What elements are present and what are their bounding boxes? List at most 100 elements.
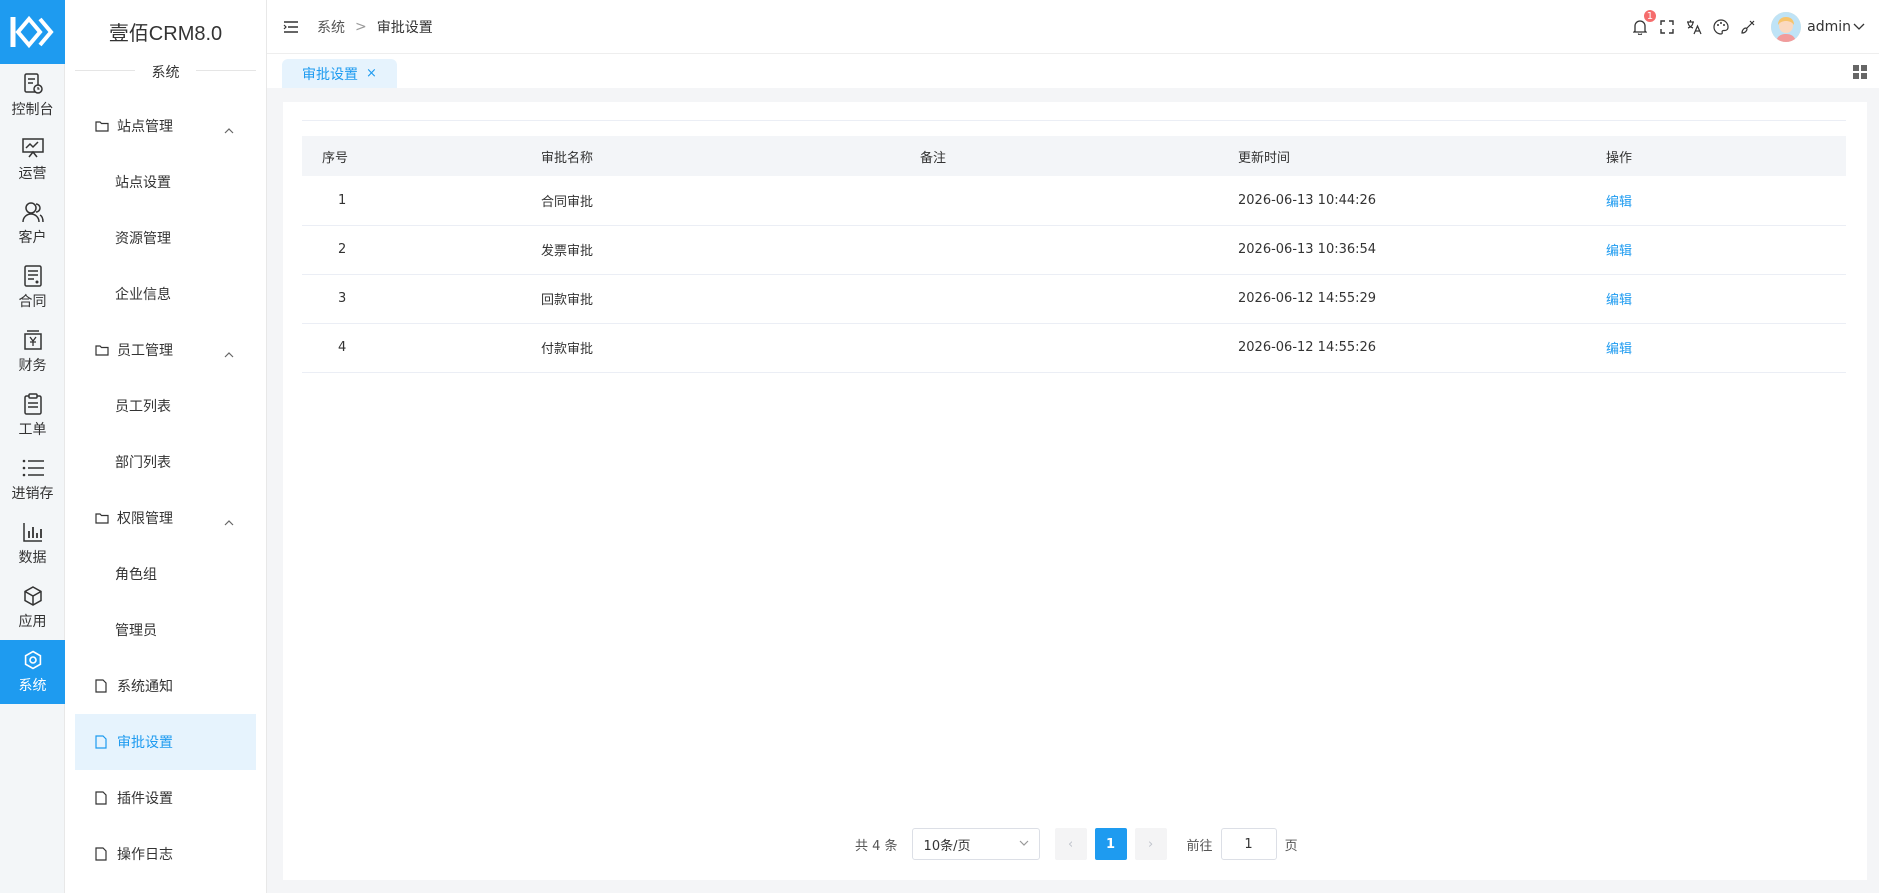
cell-time: 2026-06-12 14:55:29 bbox=[1238, 274, 1606, 324]
page-number-current[interactable]: 1 bbox=[1094, 828, 1127, 860]
edit-link[interactable]: 编辑 bbox=[1606, 293, 1632, 308]
menu-toggle-icon[interactable] bbox=[283, 20, 299, 34]
cell-index: 3 bbox=[302, 274, 541, 324]
cell-index: 1 bbox=[302, 176, 541, 226]
cell-note bbox=[920, 225, 1238, 275]
prev-page-button[interactable]: ‹ bbox=[1054, 828, 1087, 860]
chevron-down-icon[interactable] bbox=[1853, 23, 1865, 31]
menu-group-site[interactable]: 站点管理 bbox=[75, 98, 256, 154]
cell-name: 合同审批 bbox=[541, 176, 920, 226]
list-icon bbox=[22, 457, 44, 479]
breadcrumb-current: 审批设置 bbox=[376, 19, 433, 36]
table-header-row: 序号 审批名称 备注 更新时间 操作 bbox=[302, 136, 1846, 176]
sidebar-item-label: 系统通知 bbox=[117, 679, 173, 695]
rail-item-tickets[interactable]: 工单 bbox=[0, 384, 65, 448]
rail-item-system[interactable]: 系统 bbox=[0, 640, 65, 704]
rail-label: 运营 bbox=[18, 166, 47, 182]
sidebar-item-role-groups[interactable]: 角色组 bbox=[75, 546, 256, 602]
table-row: 2 发票审批 2026-06-13 10:36:54 编辑 bbox=[302, 225, 1846, 275]
rail-item-data[interactable]: 数据 bbox=[0, 512, 65, 576]
username[interactable]: admin bbox=[1807, 19, 1851, 35]
chevron-up-icon bbox=[224, 122, 234, 138]
sidebar-item-admins[interactable]: 管理员 bbox=[75, 602, 256, 658]
breadcrumb: 系统 > 审批设置 bbox=[317, 17, 433, 37]
sidebar-item-site-settings[interactable]: 站点设置 bbox=[75, 154, 256, 210]
goto-page-input[interactable] bbox=[1220, 828, 1277, 860]
page-size-select[interactable]: 10条/页 bbox=[911, 828, 1040, 860]
logo-icon bbox=[10, 15, 54, 49]
document-icon bbox=[95, 735, 107, 749]
cell-name: 发票审批 bbox=[541, 225, 920, 275]
tab-approval-settings[interactable]: 审批设置 × bbox=[282, 59, 397, 88]
chevron-down-icon bbox=[1019, 840, 1029, 846]
clipboard-icon bbox=[22, 393, 44, 415]
avatar[interactable] bbox=[1771, 12, 1802, 42]
sidebar-item-department-list[interactable]: 部门列表 bbox=[75, 434, 256, 490]
presentation-icon bbox=[21, 137, 44, 159]
edit-link[interactable]: 编辑 bbox=[1606, 342, 1632, 357]
edit-link[interactable]: 编辑 bbox=[1606, 244, 1632, 259]
rail-label: 系统 bbox=[18, 678, 47, 694]
column-header: 序号 bbox=[302, 136, 541, 176]
grid-icon[interactable] bbox=[1853, 65, 1867, 79]
table-row: 3 回款审批 2026-06-12 14:55:29 编辑 bbox=[302, 274, 1846, 324]
cell-time: 2026-06-12 14:55:26 bbox=[1238, 323, 1606, 373]
sidebar-item-label: 审批设置 bbox=[117, 735, 173, 751]
page-size-value: 10条/页 bbox=[923, 838, 971, 854]
folder-icon bbox=[95, 512, 109, 524]
sidebar-item-resources[interactable]: 资源管理 bbox=[75, 210, 256, 266]
rail-item-operations[interactable]: 运营 bbox=[0, 128, 65, 192]
rail-item-inventory[interactable]: 进销存 bbox=[0, 448, 65, 512]
rail-item-dashboard[interactable]: 控制台 bbox=[0, 64, 65, 128]
icon-rail: 控制台 运营 客户 合同 财务 工单 进销存 数据 应用 系统 bbox=[0, 0, 65, 893]
dashboard-icon bbox=[22, 73, 44, 95]
cell-index: 2 bbox=[302, 225, 541, 275]
menu-group-permissions[interactable]: 权限管理 bbox=[75, 490, 256, 546]
bell-icon[interactable]: 1 bbox=[1631, 9, 1658, 36]
document-icon bbox=[95, 791, 107, 805]
rail-item-finance[interactable]: 财务 bbox=[0, 320, 65, 384]
close-icon[interactable]: × bbox=[366, 66, 377, 81]
rail-label: 进销存 bbox=[11, 486, 54, 502]
section-title: 系统 bbox=[139, 65, 192, 81]
edit-link[interactable]: 编辑 bbox=[1606, 195, 1632, 210]
document-icon bbox=[95, 679, 107, 693]
sidebar-item-notifications[interactable]: 系统通知 bbox=[75, 658, 256, 714]
sidebar-item-label: 操作日志 bbox=[117, 847, 173, 863]
yen-icon bbox=[22, 329, 44, 351]
rail-item-customers[interactable]: 客户 bbox=[0, 192, 65, 256]
approval-table: 序号 审批名称 备注 更新时间 操作 1 合同审批 2026-06-13 10:… bbox=[302, 136, 1846, 373]
logo[interactable] bbox=[0, 0, 65, 64]
rail-label: 工单 bbox=[18, 422, 47, 438]
notification-badge: 1 bbox=[1642, 9, 1658, 23]
cell-action: 编辑 bbox=[1606, 176, 1846, 226]
header-actions: 1 admin bbox=[1622, 0, 1865, 54]
goto-label: 前往 bbox=[1186, 838, 1213, 854]
cell-index: 4 bbox=[302, 323, 541, 373]
sidebar-item-operation-log[interactable]: 操作日志 bbox=[75, 826, 256, 882]
cell-action: 编辑 bbox=[1606, 274, 1846, 324]
folder-icon bbox=[95, 120, 109, 132]
brush-icon[interactable] bbox=[1739, 18, 1757, 36]
rail-label: 合同 bbox=[18, 294, 47, 310]
rail-label: 应用 bbox=[18, 614, 47, 630]
breadcrumb-item[interactable]: 系统 bbox=[317, 17, 345, 37]
rail-label: 财务 bbox=[18, 358, 47, 374]
sidebar-item-staff-list[interactable]: 员工列表 bbox=[75, 378, 256, 434]
translate-icon[interactable] bbox=[1685, 18, 1703, 36]
divider bbox=[302, 120, 1846, 121]
sidebar-item-approval-settings[interactable]: 审批设置 bbox=[75, 714, 256, 770]
column-header: 操作 bbox=[1606, 136, 1846, 176]
rail-item-apps[interactable]: 应用 bbox=[0, 576, 65, 640]
palette-icon[interactable] bbox=[1712, 18, 1730, 36]
table-row: 4 付款审批 2026-06-12 14:55:26 编辑 bbox=[302, 323, 1846, 373]
cell-action: 编辑 bbox=[1606, 323, 1846, 373]
menu-group-label: 员工管理 bbox=[117, 343, 173, 359]
rail-item-contracts[interactable]: 合同 bbox=[0, 256, 65, 320]
pagination: 共 4 条 10条/页 ‹ 1 › 前往 页 bbox=[855, 828, 1298, 860]
sidebar-item-company-info[interactable]: 企业信息 bbox=[75, 266, 256, 322]
menu-group-staff[interactable]: 员工管理 bbox=[75, 322, 256, 378]
sidebar-item-plugin-settings[interactable]: 插件设置 bbox=[75, 770, 256, 826]
next-page-button[interactable]: › bbox=[1134, 828, 1167, 860]
fullscreen-icon[interactable] bbox=[1658, 18, 1676, 36]
